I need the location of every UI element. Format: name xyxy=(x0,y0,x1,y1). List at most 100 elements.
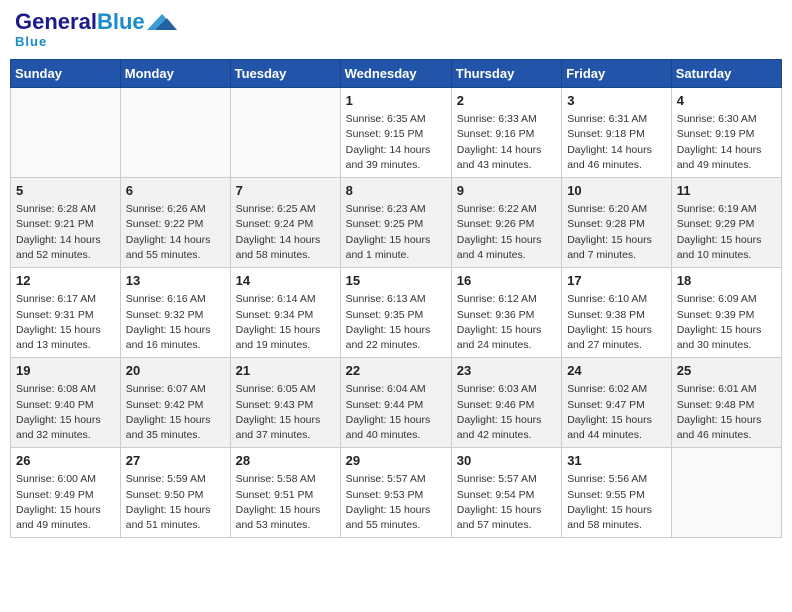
day-info: Sunrise: 6:09 AM Sunset: 9:39 PM Dayligh… xyxy=(677,292,776,353)
day-number: 31 xyxy=(567,452,666,470)
day-number: 22 xyxy=(346,362,446,380)
day-number: 17 xyxy=(567,272,666,290)
day-number: 5 xyxy=(16,182,115,200)
calendar-cell: 6 Sunrise: 6:26 AM Sunset: 9:22 PM Daylig… xyxy=(120,178,230,268)
calendar-cell: 9Sunrise: 6:22 AM Sunset: 9:26 PM Daylig… xyxy=(451,178,561,268)
day-number: 16 xyxy=(457,272,556,290)
day-number: 8 xyxy=(346,182,446,200)
day-info: Sunrise: 6:25 AM Sunset: 9:24 PM Dayligh… xyxy=(236,202,335,263)
day-number: 19 xyxy=(16,362,115,380)
calendar-cell: 16 Sunrise: 6:12 AM Sunset: 9:36 PM Dayli… xyxy=(451,268,561,358)
day-number: 28 xyxy=(236,452,335,470)
calendar: SundayMondayTuesdayWednesdayThursdayFrid… xyxy=(10,59,782,538)
day-number: 15 xyxy=(346,272,446,290)
calendar-week-row: 1 Sunrise: 6:35 AM Sunset: 9:15 PM Daylig… xyxy=(11,88,782,178)
day-info: Sunrise: 6:16 AM Sunset: 9:32 PM Dayligh… xyxy=(126,292,225,353)
calendar-cell: 31 Sunrise: 5:56 AM Sunset: 9:55 PM Dayli… xyxy=(562,448,672,538)
day-number: 23 xyxy=(457,362,556,380)
day-info: Sunrise: 6:07 AM Sunset: 9:42 PM Dayligh… xyxy=(126,382,225,443)
day-number: 11 xyxy=(677,182,776,200)
day-number: 14 xyxy=(236,272,335,290)
day-number: 2 xyxy=(457,92,556,110)
calendar-cell: 23 Sunrise: 6:03 AM Sunset: 9:46 PM Dayli… xyxy=(451,358,561,448)
day-number: 26 xyxy=(16,452,115,470)
day-info: Sunrise: 6:04 AM Sunset: 9:44 PM Dayligh… xyxy=(346,382,446,443)
calendar-cell: 14 Sunrise: 6:14 AM Sunset: 9:34 PM Dayli… xyxy=(230,268,340,358)
weekday-header-sunday: Sunday xyxy=(11,60,121,88)
day-info: Sunrise: 6:33 AM Sunset: 9:16 PM Dayligh… xyxy=(457,112,556,173)
logo-text: GeneralBlue xyxy=(15,11,145,33)
logo-icon xyxy=(147,10,177,34)
calendar-week-row: 19 Sunrise: 6:08 AM Sunset: 9:40 PM Dayli… xyxy=(11,358,782,448)
day-number: 9 xyxy=(457,182,556,200)
day-number: 29 xyxy=(346,452,446,470)
weekday-header-thursday: Thursday xyxy=(451,60,561,88)
day-number: 7 xyxy=(236,182,335,200)
weekday-header-row: SundayMondayTuesdayWednesdayThursdayFrid… xyxy=(11,60,782,88)
calendar-cell: 24Sunrise: 6:02 AM Sunset: 9:47 PM Dayli… xyxy=(562,358,672,448)
calendar-cell: 12 Sunrise: 6:17 AM Sunset: 9:31 PM Dayli… xyxy=(11,268,121,358)
calendar-cell: 1 Sunrise: 6:35 AM Sunset: 9:15 PM Daylig… xyxy=(340,88,451,178)
day-info: Sunrise: 6:13 AM Sunset: 9:35 PM Dayligh… xyxy=(346,292,446,353)
day-number: 30 xyxy=(457,452,556,470)
calendar-cell: 18 Sunrise: 6:09 AM Sunset: 9:39 PM Dayli… xyxy=(671,268,781,358)
day-info: Sunrise: 5:56 AM Sunset: 9:55 PM Dayligh… xyxy=(567,472,666,533)
day-info: Sunrise: 6:00 AM Sunset: 9:49 PM Dayligh… xyxy=(16,472,115,533)
day-number: 21 xyxy=(236,362,335,380)
day-info: Sunrise: 6:31 AM Sunset: 9:18 PM Dayligh… xyxy=(567,112,666,173)
day-info: Sunrise: 5:59 AM Sunset: 9:50 PM Dayligh… xyxy=(126,472,225,533)
day-info: Sunrise: 6:01 AM Sunset: 9:48 PM Dayligh… xyxy=(677,382,776,443)
weekday-header-wednesday: Wednesday xyxy=(340,60,451,88)
calendar-cell: 15 Sunrise: 6:13 AM Sunset: 9:35 PM Dayli… xyxy=(340,268,451,358)
day-info: Sunrise: 5:58 AM Sunset: 9:51 PM Dayligh… xyxy=(236,472,335,533)
day-number: 6 xyxy=(126,182,225,200)
day-number: 10 xyxy=(567,182,666,200)
page-header: GeneralBlue Blue xyxy=(10,10,782,49)
day-info: Sunrise: 6:28 AM Sunset: 9:21 PM Dayligh… xyxy=(16,202,115,263)
calendar-cell xyxy=(671,448,781,538)
day-number: 27 xyxy=(126,452,225,470)
calendar-cell: 28 Sunrise: 5:58 AM Sunset: 9:51 PM Dayli… xyxy=(230,448,340,538)
day-info: Sunrise: 6:23 AM Sunset: 9:25 PM Dayligh… xyxy=(346,202,446,263)
day-info: Sunrise: 6:17 AM Sunset: 9:31 PM Dayligh… xyxy=(16,292,115,353)
calendar-cell: 20 Sunrise: 6:07 AM Sunset: 9:42 PM Dayli… xyxy=(120,358,230,448)
day-number: 12 xyxy=(16,272,115,290)
day-info: Sunrise: 6:19 AM Sunset: 9:29 PM Dayligh… xyxy=(677,202,776,263)
day-number: 1 xyxy=(346,92,446,110)
calendar-cell: 10 Sunrise: 6:20 AM Sunset: 9:28 PM Dayli… xyxy=(562,178,672,268)
day-info: Sunrise: 6:26 AM Sunset: 9:22 PM Dayligh… xyxy=(126,202,225,263)
day-number: 3 xyxy=(567,92,666,110)
calendar-cell: 25 Sunrise: 6:01 AM Sunset: 9:48 PM Dayli… xyxy=(671,358,781,448)
day-info: Sunrise: 6:14 AM Sunset: 9:34 PM Dayligh… xyxy=(236,292,335,353)
calendar-cell: 3 Sunrise: 6:31 AM Sunset: 9:18 PM Daylig… xyxy=(562,88,672,178)
day-number: 20 xyxy=(126,362,225,380)
day-info: Sunrise: 6:03 AM Sunset: 9:46 PM Dayligh… xyxy=(457,382,556,443)
calendar-cell: 4Sunrise: 6:30 AM Sunset: 9:19 PM Daylig… xyxy=(671,88,781,178)
calendar-cell: 30 Sunrise: 5:57 AM Sunset: 9:54 PM Dayli… xyxy=(451,448,561,538)
logo: GeneralBlue Blue xyxy=(15,10,177,49)
weekday-header-monday: Monday xyxy=(120,60,230,88)
calendar-cell xyxy=(120,88,230,178)
calendar-cell: 27 Sunrise: 5:59 AM Sunset: 9:50 PM Dayli… xyxy=(120,448,230,538)
day-info: Sunrise: 6:35 AM Sunset: 9:15 PM Dayligh… xyxy=(346,112,446,173)
calendar-cell: 5 Sunrise: 6:28 AM Sunset: 9:21 PM Daylig… xyxy=(11,178,121,268)
calendar-cell xyxy=(11,88,121,178)
calendar-cell: 13 Sunrise: 6:16 AM Sunset: 9:32 PM Dayli… xyxy=(120,268,230,358)
calendar-cell: 26 Sunrise: 6:00 AM Sunset: 9:49 PM Dayli… xyxy=(11,448,121,538)
calendar-cell: 17Sunrise: 6:10 AM Sunset: 9:38 PM Dayli… xyxy=(562,268,672,358)
day-info: Sunrise: 6:12 AM Sunset: 9:36 PM Dayligh… xyxy=(457,292,556,353)
weekday-header-friday: Friday xyxy=(562,60,672,88)
day-number: 13 xyxy=(126,272,225,290)
calendar-week-row: 26 Sunrise: 6:00 AM Sunset: 9:49 PM Dayli… xyxy=(11,448,782,538)
calendar-cell: 7 Sunrise: 6:25 AM Sunset: 9:24 PM Daylig… xyxy=(230,178,340,268)
day-number: 25 xyxy=(677,362,776,380)
weekday-header-saturday: Saturday xyxy=(671,60,781,88)
day-info: Sunrise: 5:57 AM Sunset: 9:54 PM Dayligh… xyxy=(457,472,556,533)
day-info: Sunrise: 6:20 AM Sunset: 9:28 PM Dayligh… xyxy=(567,202,666,263)
calendar-cell: 2 Sunrise: 6:33 AM Sunset: 9:16 PM Daylig… xyxy=(451,88,561,178)
day-number: 18 xyxy=(677,272,776,290)
weekday-header-tuesday: Tuesday xyxy=(230,60,340,88)
day-info: Sunrise: 6:08 AM Sunset: 9:40 PM Dayligh… xyxy=(16,382,115,443)
calendar-cell: 21Sunrise: 6:05 AM Sunset: 9:43 PM Dayli… xyxy=(230,358,340,448)
day-info: Sunrise: 6:30 AM Sunset: 9:19 PM Dayligh… xyxy=(677,112,776,173)
